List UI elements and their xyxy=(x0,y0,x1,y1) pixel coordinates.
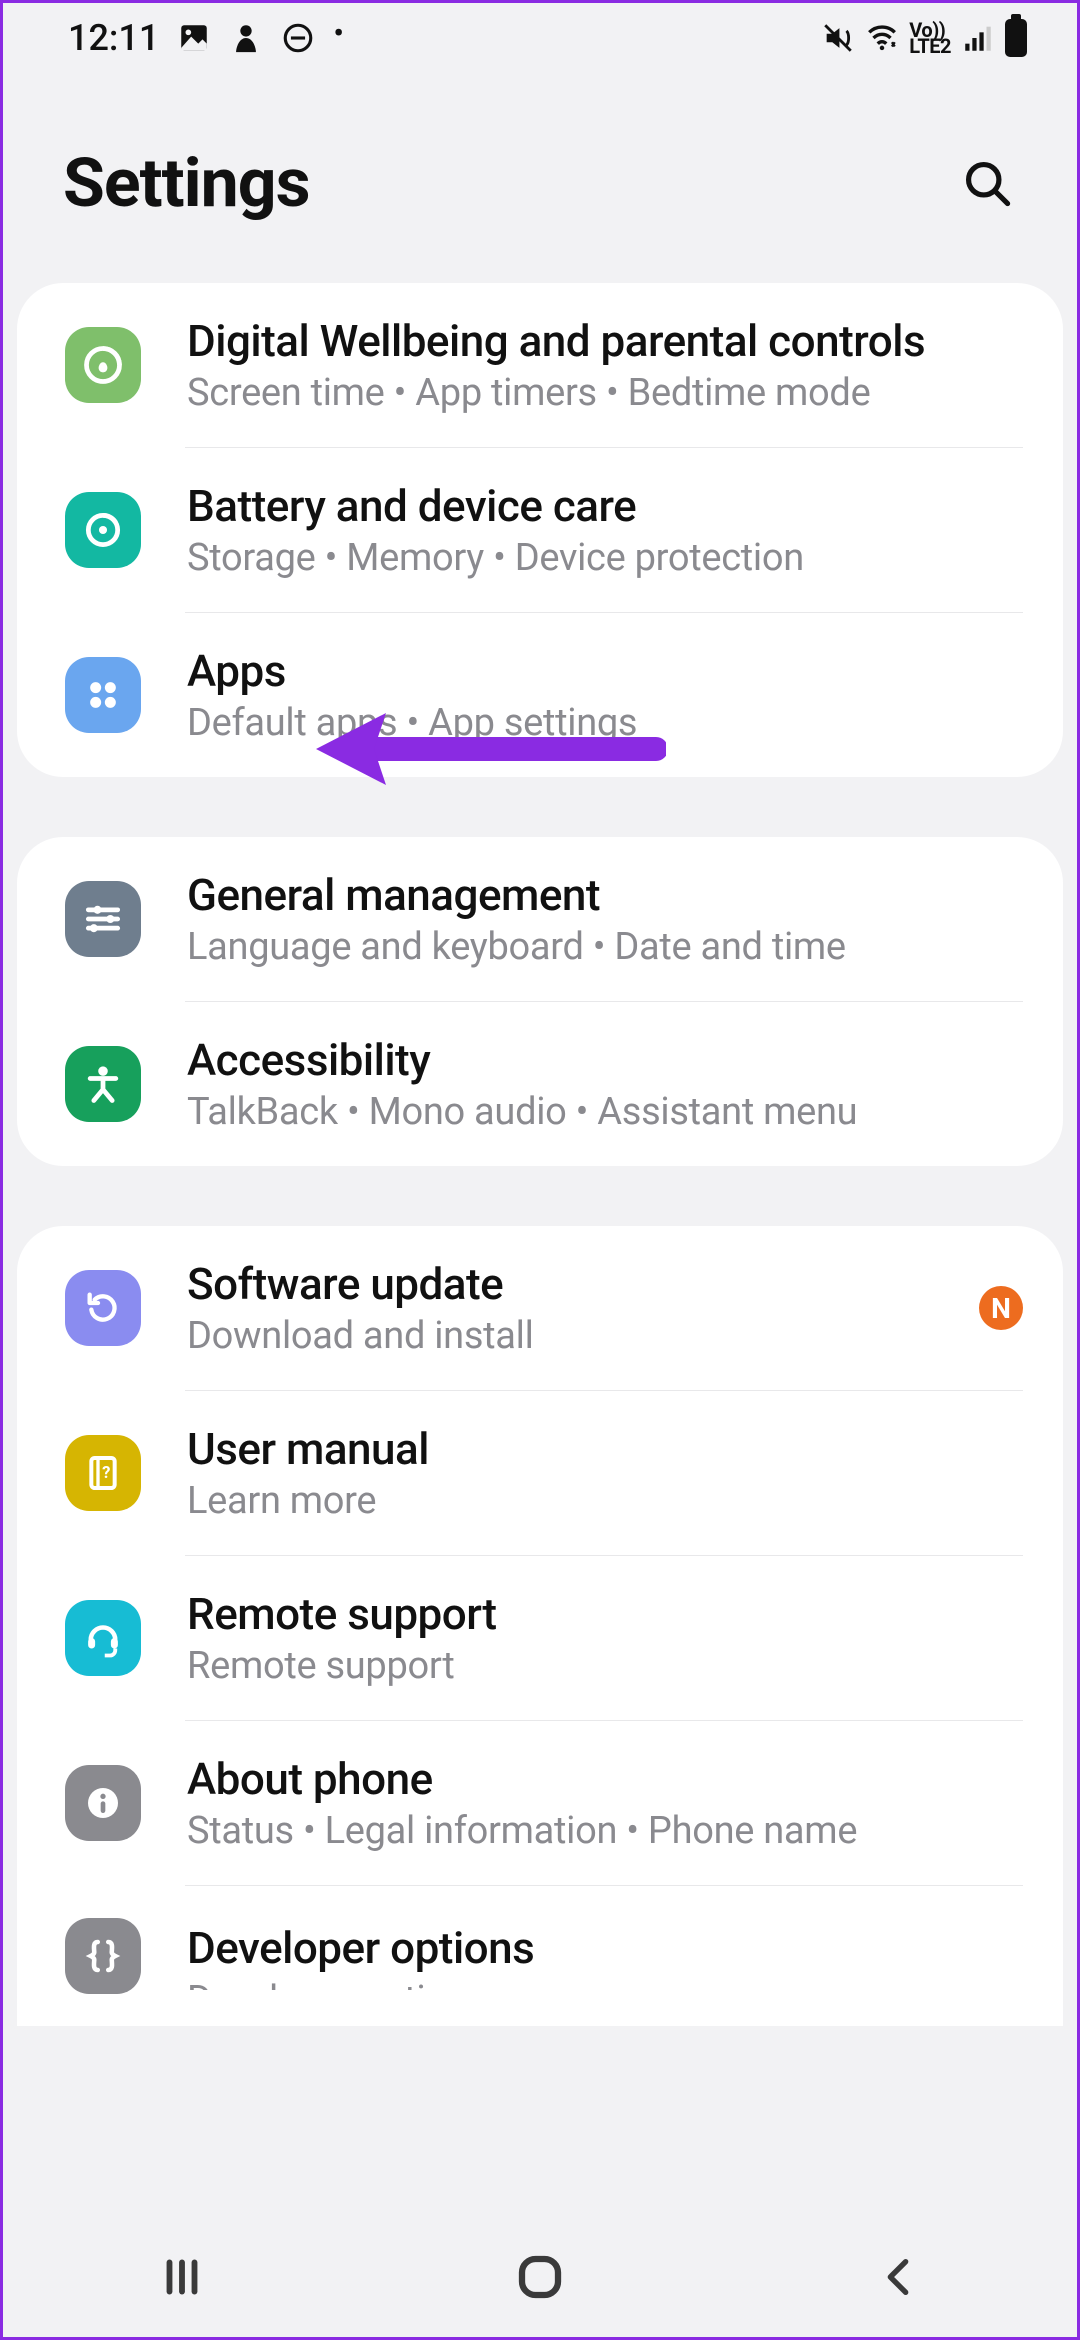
row-battery-care[interactable]: Battery and device care Storage • Memory… xyxy=(17,448,1063,612)
row-digital-wellbeing[interactable]: Digital Wellbeing and parental controls … xyxy=(17,283,1063,447)
row-subtitle: Screen time • App timers • Bedtime mode xyxy=(187,371,1023,415)
sliders-icon xyxy=(65,881,141,957)
row-texts: Software update Download and install xyxy=(187,1258,979,1358)
braces-icon xyxy=(65,1918,141,1994)
row-subtitle: Learn more xyxy=(187,1479,1023,1523)
manual-icon: ? xyxy=(65,1435,141,1511)
svg-text:?: ? xyxy=(102,1464,110,1483)
search-icon xyxy=(961,157,1013,209)
apps-icon xyxy=(65,657,141,733)
row-texts: Remote support Remote support xyxy=(187,1588,1023,1688)
mute-vibrate-icon xyxy=(821,21,855,55)
row-apps[interactable]: Apps Default apps • App settings xyxy=(17,613,1063,777)
row-title: Developer options xyxy=(187,1922,1023,1974)
row-texts: User manual Learn more xyxy=(187,1423,1023,1523)
person-status-icon xyxy=(229,21,263,55)
headset-icon xyxy=(65,1600,141,1676)
settings-header: Settings xyxy=(3,73,1077,283)
row-title: General management xyxy=(187,869,1023,921)
row-texts: Apps Default apps • App settings xyxy=(187,645,1023,745)
status-time: 12:11 xyxy=(68,17,159,59)
page-title: Settings xyxy=(63,143,310,223)
row-title: User manual xyxy=(187,1423,1023,1475)
row-accessibility[interactable]: Accessibility TalkBack • Mono audio • As… xyxy=(17,1002,1063,1166)
volte-indicator: Vo)) LTE2 xyxy=(909,22,951,54)
row-title: About phone xyxy=(187,1753,1023,1805)
battery-icon xyxy=(1005,19,1027,57)
recents-button[interactable] xyxy=(137,2247,227,2307)
home-button[interactable] xyxy=(495,2247,585,2307)
info-icon xyxy=(65,1765,141,1841)
row-subtitle: Default apps • App settings xyxy=(187,701,1023,745)
wellbeing-icon xyxy=(65,327,141,403)
settings-group-2: General management Language and keyboard… xyxy=(17,837,1063,1166)
row-remote-support[interactable]: Remote support Remote support xyxy=(17,1556,1063,1720)
row-about-phone[interactable]: About phone Status • Legal information •… xyxy=(17,1721,1063,1885)
settings-group-1: Digital Wellbeing and parental controls … xyxy=(17,283,1063,777)
row-subtitle: Developer options xyxy=(187,1978,1023,1990)
row-general-management[interactable]: General management Language and keyboard… xyxy=(17,837,1063,1001)
settings-group-3: Software update Download and install N ?… xyxy=(17,1226,1063,2026)
status-right: Vo)) LTE2 xyxy=(821,19,1027,57)
back-icon xyxy=(875,2254,921,2300)
status-bar: 12:11 • Vo)) LTE2 xyxy=(3,3,1077,73)
row-title: Remote support xyxy=(187,1588,1023,1640)
system-navbar xyxy=(3,2217,1077,2337)
signal-icon xyxy=(961,21,995,55)
row-title: Digital Wellbeing and parental controls xyxy=(187,315,1023,367)
wifi-icon xyxy=(865,21,899,55)
row-title: Apps xyxy=(187,645,1023,697)
accessibility-icon xyxy=(65,1046,141,1122)
notification-badge: N xyxy=(979,1286,1023,1330)
recents-icon xyxy=(157,2252,207,2302)
image-icon xyxy=(177,21,211,55)
row-texts: Developer options Developer options xyxy=(187,1922,1023,1990)
row-texts: Accessibility TalkBack • Mono audio • As… xyxy=(187,1034,1023,1134)
dnd-icon xyxy=(281,21,315,55)
devicecare-icon xyxy=(65,492,141,568)
row-texts: General management Language and keyboard… xyxy=(187,869,1023,969)
row-subtitle: Download and install xyxy=(187,1314,979,1358)
row-subtitle: Storage • Memory • Device protection xyxy=(187,536,1023,580)
home-icon xyxy=(513,2250,567,2304)
row-texts: About phone Status • Legal information •… xyxy=(187,1753,1023,1853)
row-subtitle: Remote support xyxy=(187,1644,1023,1688)
row-subtitle: TalkBack • Mono audio • Assistant menu xyxy=(187,1090,1023,1134)
status-left: 12:11 • xyxy=(68,17,344,59)
back-button[interactable] xyxy=(853,2247,943,2307)
row-developer-options[interactable]: Developer options Developer options xyxy=(17,1886,1063,2026)
row-texts: Digital Wellbeing and parental controls … xyxy=(187,315,1023,415)
row-title: Accessibility xyxy=(187,1034,1023,1086)
row-user-manual[interactable]: ? User manual Learn more xyxy=(17,1391,1063,1555)
row-subtitle: Status • Legal information • Phone name xyxy=(187,1809,1023,1853)
search-button[interactable] xyxy=(957,153,1017,213)
update-icon xyxy=(65,1270,141,1346)
row-software-update[interactable]: Software update Download and install N xyxy=(17,1226,1063,1390)
row-title: Software update xyxy=(187,1258,979,1310)
row-subtitle: Language and keyboard • Date and time xyxy=(187,925,1023,969)
row-title: Battery and device care xyxy=(187,480,1023,532)
row-texts: Battery and device care Storage • Memory… xyxy=(187,480,1023,580)
